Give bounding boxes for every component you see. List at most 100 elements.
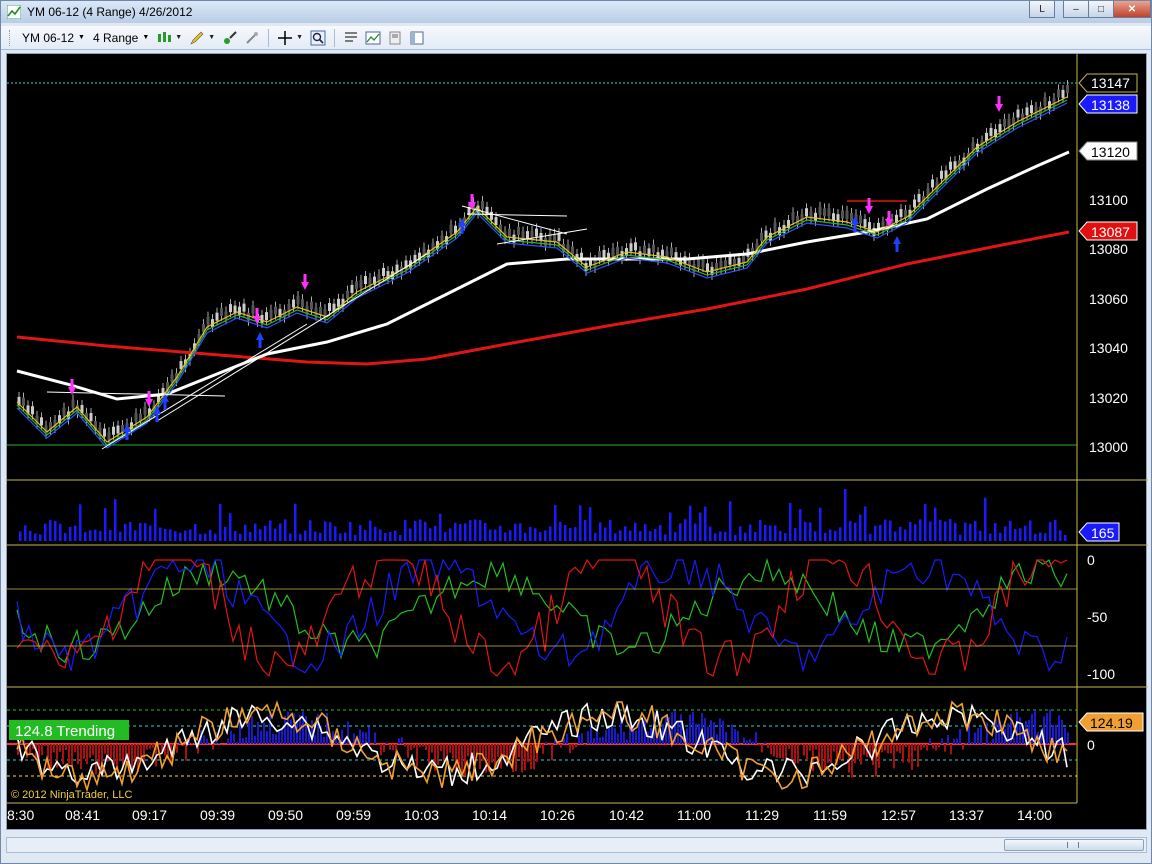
trend-histogram-bar xyxy=(107,744,109,762)
volume-bar xyxy=(839,527,842,541)
volume-bar xyxy=(24,525,27,541)
trend-histogram-bar xyxy=(230,730,232,744)
trend-histogram-bar xyxy=(422,744,424,747)
time-label: 11:29 xyxy=(745,807,779,823)
trend-histogram-bar xyxy=(815,744,817,750)
volume-bar xyxy=(389,532,392,541)
price-tick: 13080 xyxy=(1089,241,1128,257)
volume-bar xyxy=(584,520,587,541)
volume-bar xyxy=(464,523,467,541)
candle-body xyxy=(103,428,106,437)
snapshot-icon[interactable] xyxy=(386,29,404,47)
chevron-down-icon[interactable]: ▼ xyxy=(296,34,303,41)
candle-body xyxy=(809,211,813,220)
trend-histogram-bar xyxy=(677,721,679,744)
price-marker-red: 13087 xyxy=(1078,221,1138,241)
trend-histogram-bar xyxy=(377,744,379,745)
close-button[interactable]: ✕ xyxy=(1113,1,1151,18)
candle-body xyxy=(701,259,705,268)
indicators-icon[interactable] xyxy=(221,29,239,47)
chevron-down-icon[interactable]: ▼ xyxy=(208,34,215,41)
volume-bar xyxy=(354,534,357,541)
volume-bar xyxy=(479,520,482,541)
volume-bar xyxy=(364,530,367,541)
bar-type-icon[interactable] xyxy=(155,29,173,47)
trend-histogram-bar xyxy=(113,744,115,766)
volume-marker-label: 165 xyxy=(1091,525,1115,541)
candle-body xyxy=(1025,107,1029,116)
instrument-label: YM 06-12 xyxy=(22,30,75,45)
minimize-button[interactable]: – xyxy=(1063,1,1089,18)
chart-canvas[interactable]: 13100 13080 13060 13040 13020 13000 1314… xyxy=(7,54,1148,831)
candle-body xyxy=(355,281,358,290)
instrument-selector[interactable]: YM 06-12 ▼ xyxy=(18,28,89,48)
volume-bar xyxy=(514,523,517,541)
candle-body xyxy=(850,212,853,221)
candle-body xyxy=(229,304,232,313)
volume-bar xyxy=(759,519,762,541)
candle-body xyxy=(629,243,633,252)
time-label: 10:42 xyxy=(609,807,644,823)
candle-body xyxy=(931,179,934,188)
volume-bar xyxy=(739,526,742,541)
volume-bar xyxy=(474,519,477,541)
candle-body xyxy=(697,259,700,268)
signal-up-arrow-stem xyxy=(155,414,159,422)
chevron-down-icon[interactable]: ▼ xyxy=(175,34,182,41)
volume-bar xyxy=(469,520,472,541)
trend-histogram-bar xyxy=(203,735,205,744)
title-bar[interactable]: YM 06-12 (4 Range) 4/26/2012 xyxy=(1,1,1151,23)
volume-bar xyxy=(694,523,697,541)
scrollbar-thumb[interactable] xyxy=(1004,839,1144,851)
volume-bar xyxy=(204,533,207,541)
trend-histogram-bar xyxy=(416,744,418,767)
volume-bar xyxy=(1054,519,1057,541)
volume-bar xyxy=(604,527,607,541)
candle-body xyxy=(913,199,916,208)
trend-histogram-bar xyxy=(542,744,544,754)
period-selector[interactable]: 4 Range ▼ xyxy=(89,28,153,48)
chart-area[interactable]: 13100 13080 13060 13040 13020 13000 1314… xyxy=(6,53,1148,831)
candle-body xyxy=(827,208,831,217)
trend-histogram-bar xyxy=(917,744,919,767)
candle-body xyxy=(841,210,844,219)
trend-histogram-bar xyxy=(59,744,61,752)
trend-histogram-bar xyxy=(830,744,832,763)
l-button[interactable]: L xyxy=(1029,1,1055,18)
data-box-icon[interactable] xyxy=(364,29,382,47)
volume-bar xyxy=(409,528,412,541)
trend-histogram-bar xyxy=(521,744,523,773)
volume-bar xyxy=(284,519,287,541)
trend-histogram-bar xyxy=(587,731,589,744)
trend-histogram-bar xyxy=(518,744,520,758)
trend-histogram-bar xyxy=(95,744,97,775)
templates-icon[interactable] xyxy=(408,29,426,47)
trend-histogram-bar xyxy=(419,744,421,748)
candle-body xyxy=(1057,89,1060,98)
properties-icon[interactable] xyxy=(342,29,360,47)
horizontal-scrollbar[interactable] xyxy=(6,837,1147,853)
candle-body xyxy=(346,290,349,299)
trend-histogram-bar xyxy=(557,744,559,746)
volume-bar xyxy=(74,525,77,541)
strategies-icon[interactable] xyxy=(243,29,261,47)
volume-bar xyxy=(339,533,342,541)
zoom-icon[interactable] xyxy=(309,29,327,47)
trend-histogram-bar xyxy=(62,744,64,765)
trend-histogram-bar xyxy=(212,744,214,750)
candle-body xyxy=(670,247,673,256)
trend-histogram-bar xyxy=(254,735,256,744)
candle-body xyxy=(494,217,498,226)
volume-bar xyxy=(309,520,312,541)
maximize-button[interactable]: □ xyxy=(1088,1,1114,18)
drawing-pencil-icon[interactable] xyxy=(188,29,206,47)
trend-histogram-bar xyxy=(413,744,415,749)
toolbar-grip[interactable] xyxy=(9,29,12,46)
volume-bar xyxy=(34,533,37,541)
trend-histogram-bar xyxy=(551,744,553,761)
trend-histogram-bar xyxy=(206,738,208,744)
volume-bar xyxy=(734,534,737,541)
volume-bar xyxy=(944,521,947,541)
candle-body xyxy=(760,232,763,241)
crosshair-icon[interactable] xyxy=(276,29,294,47)
